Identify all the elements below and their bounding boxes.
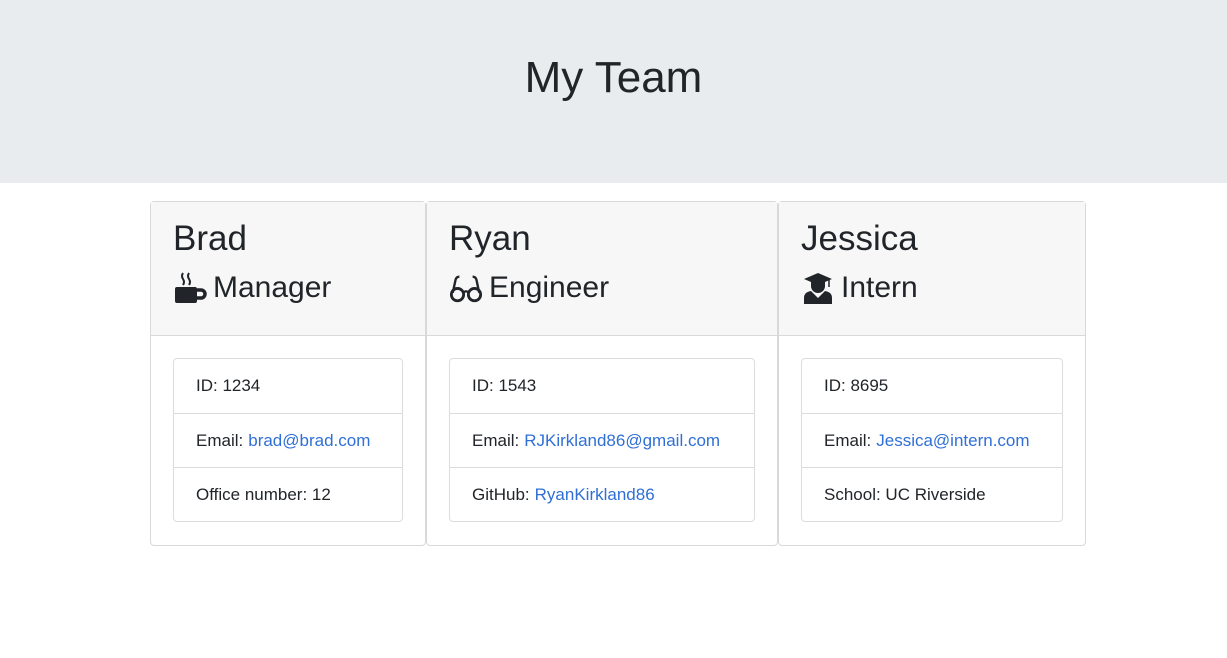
card-body: ID: 1234 Email: brad@brad.com Office num…: [151, 336, 425, 522]
employee-card-manager: Brad Manager ID: 1234 Email: brad@brad.c…: [150, 201, 426, 546]
header-jumbotron: My Team: [0, 0, 1227, 183]
card-header: Jessica Intern: [779, 202, 1085, 336]
employee-role: Engineer: [449, 270, 755, 306]
email-label: Email:: [824, 430, 872, 450]
employee-card-engineer: Ryan Engineer ID: 1543 Email: RJKirkland…: [426, 201, 778, 546]
role-label: Manager: [213, 271, 332, 304]
employee-role: Intern: [801, 270, 1063, 306]
info-list: ID: 1234 Email: brad@brad.com Office num…: [173, 358, 403, 522]
email-item: Email: Jessica@intern.com: [802, 413, 1062, 467]
card-header: Ryan Engineer: [427, 202, 777, 336]
id-text: ID: 1234: [196, 376, 261, 395]
id-item: ID: 8695: [802, 359, 1062, 413]
id-text: ID: 8695: [824, 376, 889, 395]
info-list: ID: 1543 Email: RJKirkland86@gmail.com G…: [449, 358, 755, 522]
role-label: Intern: [841, 271, 918, 304]
github-item: GitHub: RyanKirkland86: [450, 467, 754, 521]
email-label: Email:: [196, 430, 244, 450]
employee-role: Manager: [173, 270, 403, 306]
role-label: Engineer: [489, 271, 610, 304]
email-link[interactable]: brad@brad.com: [248, 431, 370, 451]
email-item: Email: brad@brad.com: [174, 413, 402, 467]
page-title: My Team: [524, 53, 703, 102]
school-item: School: UC Riverside: [802, 467, 1062, 521]
office-number-item: Office number: 12: [174, 467, 402, 521]
id-text: ID: 1543: [472, 376, 537, 395]
coffee-mug-icon: [173, 271, 207, 305]
school-text: School: UC Riverside: [824, 484, 986, 504]
card-body: ID: 8695 Email: Jessica@intern.com Schoo…: [779, 336, 1085, 522]
glasses-icon: [449, 271, 483, 305]
office-number-text: Office number: 12: [196, 484, 331, 504]
email-link[interactable]: Jessica@intern.com: [876, 431, 1029, 451]
employee-name: Brad: [173, 219, 247, 258]
info-list: ID: 8695 Email: Jessica@intern.com Schoo…: [801, 358, 1063, 522]
card-header: Brad Manager: [151, 202, 425, 336]
id-item: ID: 1234: [174, 359, 402, 413]
employee-name: Ryan: [449, 219, 531, 258]
email-item: Email: RJKirkland86@gmail.com: [450, 413, 754, 467]
employee-card-intern: Jessica Intern ID: 8695 Email: Jessica@i…: [778, 201, 1086, 546]
github-label: GitHub:: [472, 484, 530, 504]
team-cards: Brad Manager ID: 1234 Email: brad@brad.c…: [150, 201, 1086, 546]
github-link[interactable]: RyanKirkland86: [535, 485, 655, 505]
email-link[interactable]: RJKirkland86@gmail.com: [524, 431, 720, 451]
card-body: ID: 1543 Email: RJKirkland86@gmail.com G…: [427, 336, 777, 522]
id-item: ID: 1543: [450, 359, 754, 413]
email-label: Email:: [472, 430, 520, 450]
employee-name: Jessica: [801, 219, 918, 258]
graduate-icon: [801, 271, 835, 305]
